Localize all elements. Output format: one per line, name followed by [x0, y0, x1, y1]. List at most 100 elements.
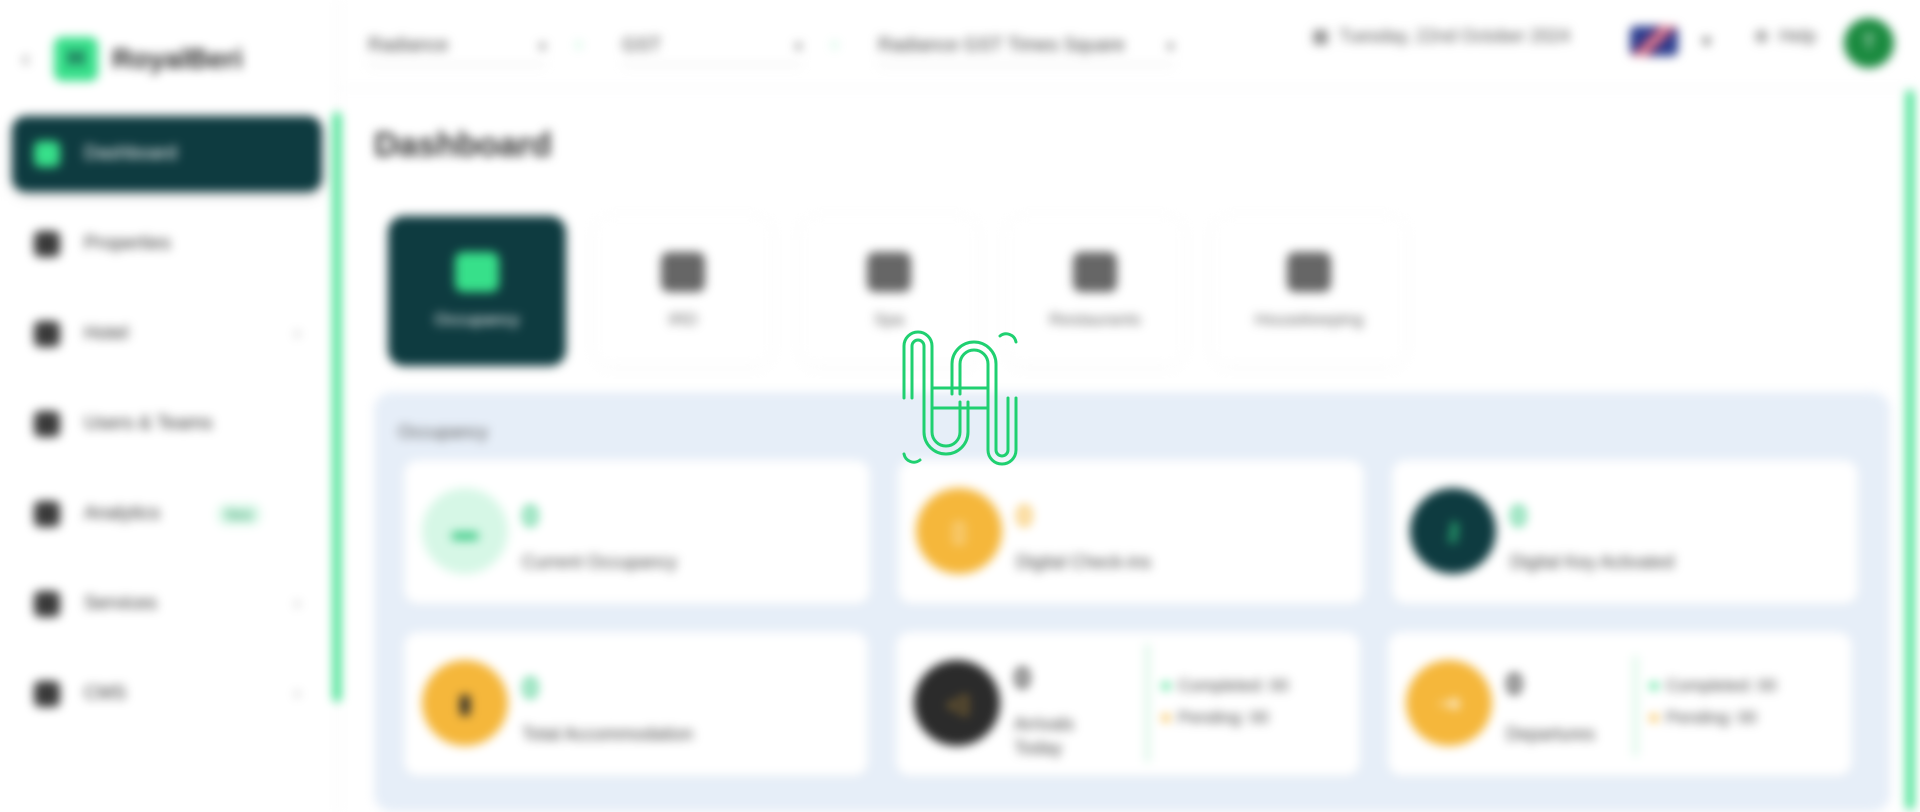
sidebar: ‹ H RoyalBeri Dashboard Properties Hotel…: [0, 0, 341, 812]
completed-stat: Completed: 00: [1162, 676, 1289, 696]
help-label: Help: [1779, 26, 1817, 46]
amber-dot-icon: [1162, 714, 1170, 722]
avatar: T: [1844, 18, 1894, 68]
card-value: 0: [1014, 662, 1031, 695]
bed-icon: [455, 252, 499, 292]
tab-restaurants[interactable]: Restaurants: [1006, 216, 1184, 366]
card-value: 0: [1510, 500, 1527, 533]
hotel-select-value: Radiance GST Times Square: [878, 35, 1125, 56]
sidebar-item-users-teams[interactable]: Users & Teams: [12, 386, 322, 462]
help-button[interactable]: ⊕ Help: [1754, 26, 1816, 47]
main-scrollbar[interactable]: [1906, 90, 1914, 810]
timezone-select[interactable]: GST ▾: [622, 28, 802, 65]
card-current-occupancy[interactable]: ▬ 0 Current Occupancy: [404, 460, 870, 604]
pending-stat: Pending: 00: [1162, 708, 1269, 728]
user-menu[interactable]: T: [1844, 18, 1894, 68]
home-icon: [34, 231, 60, 257]
chevron-down-icon: ▾: [1166, 37, 1174, 54]
restaurant-icon: [1073, 252, 1117, 292]
top-header: Radiance ▾ › GST ▾ › Radiance GST Times …: [340, 0, 1920, 89]
card-divider: [1146, 644, 1149, 762]
pending-stat: Pending: 00: [1650, 708, 1757, 728]
card-digital-checkins[interactable]: ▯ 0 Digital Check-ins: [898, 460, 1364, 604]
sidebar-item-hotel[interactable]: Hotel ›: [12, 296, 322, 372]
sidebar-item-label: CMS: [84, 683, 127, 704]
tab-housekeeping[interactable]: Housekeeping: [1212, 216, 1406, 366]
card-label: Total Accommodation: [522, 724, 694, 744]
phone-icon: ▯: [916, 488, 1002, 574]
housekeeping-icon: [1287, 252, 1331, 292]
occupancy-panel: Occupancy ▬ 0 Current Occupancy ▯ 0 Digi…: [374, 392, 1890, 812]
sidebar-item-label: Properties: [84, 233, 171, 254]
language-switcher[interactable]: ▾: [1630, 26, 1711, 56]
back-arrow-icon[interactable]: ‹: [22, 46, 40, 72]
card-label: Digital Key Activated: [1510, 552, 1675, 572]
calendar-icon: ▦: [1312, 26, 1330, 46]
hotel-icon: [34, 321, 60, 347]
sidebar-item-label: Users & Teams: [84, 413, 213, 434]
chevron-down-icon: ▾: [1702, 30, 1712, 51]
brand-logo-icon: H: [54, 37, 98, 81]
grid-icon: [34, 141, 60, 167]
chevron-right-icon: ›: [294, 595, 300, 612]
hotel-select[interactable]: Radiance GST Times Square ▾: [878, 28, 1174, 65]
bed-icon: ▬: [422, 488, 508, 574]
spa-icon: [867, 252, 911, 292]
sidebar-scrollbar[interactable]: [333, 112, 341, 702]
tab-label: Housekeeping: [1254, 310, 1364, 329]
green-dot-icon: [1650, 682, 1658, 690]
card-arrivals-today[interactable]: ◁ 0 Arrivals Today Completed: 00 Pending…: [896, 632, 1360, 776]
services-icon: [34, 591, 60, 617]
sidebar-item-label: Services: [84, 593, 157, 614]
door-icon: ▮: [422, 660, 508, 746]
panel-title: Occupancy: [398, 422, 489, 442]
card-value: 0: [522, 672, 539, 705]
user-icon: [34, 411, 60, 437]
card-label: Departures: [1506, 724, 1596, 744]
completed-text: Completed: 00: [1178, 676, 1289, 695]
sidebar-item-cms[interactable]: CMS ›: [12, 656, 322, 732]
sidebar-item-dashboard[interactable]: Dashboard: [12, 116, 322, 192]
arrival-icon: ◁: [914, 660, 1000, 746]
green-dot-icon: [1162, 682, 1170, 690]
chevron-right-icon: ›: [294, 685, 300, 702]
chart-icon: [34, 501, 60, 527]
folder-icon: [34, 681, 60, 707]
card-value: 0: [1506, 668, 1523, 701]
completed-text: Completed: 00: [1666, 676, 1777, 695]
card-label: Digital Check-ins: [1016, 552, 1152, 572]
card-total-accommodation[interactable]: ▮ 0 Total Accommodation: [404, 632, 868, 776]
sidebar-item-label: Analytics: [84, 503, 161, 524]
sidebar-item-label: Dashboard: [84, 143, 177, 164]
tab-label: IRD: [668, 310, 698, 329]
chevron-down-icon: ▾: [794, 37, 802, 54]
sidebar-item-properties[interactable]: Properties: [12, 206, 322, 282]
sidebar-item-analytics[interactable]: Analytics New: [12, 476, 322, 552]
card-label: Arrivals Today: [1014, 714, 1075, 758]
help-icon: ⊕: [1754, 26, 1770, 46]
loading-logo-icon: [900, 328, 1020, 468]
tab-occupancy[interactable]: Occupancy: [388, 216, 566, 366]
card-digital-key[interactable]: ⚷ 0 Digital Key Activated: [1392, 460, 1858, 604]
chevron-right-icon: ›: [832, 36, 838, 53]
sidebar-item-label: Hotel: [84, 323, 129, 344]
card-divider: [1634, 656, 1637, 756]
timezone-select-value: GST: [622, 35, 662, 56]
card-departures[interactable]: ⇥ 0 Departures Completed: 00 Pending: 00: [1388, 632, 1852, 776]
date-text: Tuesday, 22nd October 2024: [1339, 26, 1571, 46]
page-title: Dashboard: [374, 126, 552, 164]
loading-logo-svg: [902, 330, 1018, 466]
card-value: 0: [522, 500, 539, 533]
brand: ‹ H RoyalBeri: [22, 34, 243, 84]
pending-text: Pending: 00: [1178, 708, 1269, 727]
pending-text: Pending: 00: [1666, 708, 1757, 727]
card-label: Current Occupancy: [522, 552, 678, 572]
sidebar-item-services[interactable]: Services ›: [12, 566, 322, 642]
chevron-right-icon: ›: [576, 36, 582, 53]
tab-ird[interactable]: IRD: [594, 216, 772, 366]
tab-label: Occupancy: [434, 310, 520, 329]
property-select-value: Radiance: [368, 35, 449, 56]
card-value: 0: [1016, 500, 1033, 533]
property-select[interactable]: Radiance ▾: [368, 28, 546, 65]
key-icon: ⚷: [1410, 488, 1496, 574]
